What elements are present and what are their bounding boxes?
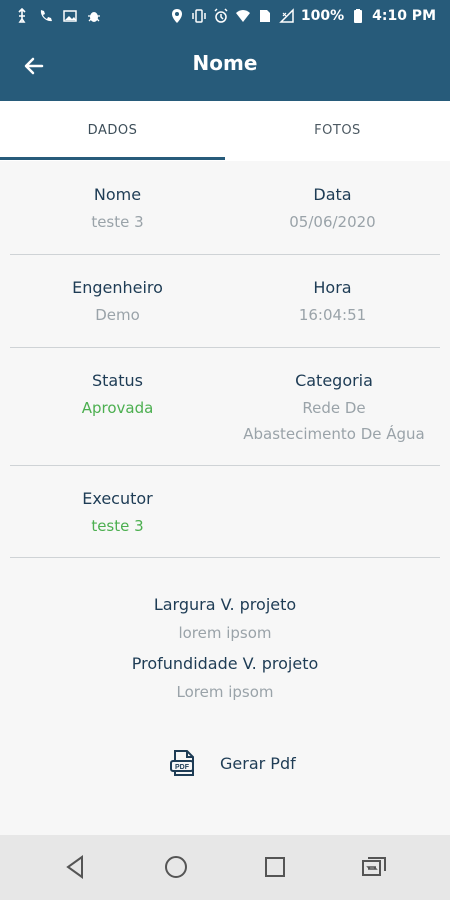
field-status: Status Aprovada (10, 371, 225, 421)
android-navigation-bar (0, 835, 450, 900)
generate-pdf-label: Gerar Pdf (220, 753, 296, 773)
sim-icon (257, 8, 273, 24)
field-value-hora: 16:04:51 (298, 306, 367, 324)
field-label-hora: Hora (313, 278, 352, 297)
image-icon (62, 8, 78, 24)
field-categoria: Categoria Rede De Abastecimento De Água (218, 371, 450, 447)
field-label-profundidade: Profundidade V. projeto (131, 654, 319, 673)
field-label-largura: Largura V. projeto (153, 595, 297, 614)
nav-switch-icon (362, 857, 386, 876)
divider (10, 557, 440, 558)
app-bar: Nome (0, 32, 450, 101)
generate-pdf-button[interactable]: PDF Gerar Pdf (168, 747, 318, 779)
phone-icon (38, 8, 54, 24)
details-content: Nome teste 3 Data 05/06/2020 Engenheiro … (0, 161, 450, 835)
field-data: Data 05/06/2020 (225, 185, 440, 235)
tab-fotos[interactable]: FOTOS (225, 101, 450, 161)
nav-home-icon (165, 856, 187, 878)
tab-indicator (0, 157, 225, 160)
battery-icon (350, 8, 366, 24)
status-bar: 100% 4:10 PM (0, 0, 450, 32)
status-left-icons (14, 8, 102, 24)
field-hora: Hora 16:04:51 (225, 278, 440, 328)
nav-back-icon (66, 855, 83, 879)
svg-text:PDF: PDF (175, 764, 190, 771)
nav-back-button[interactable] (60, 851, 92, 883)
alarm-icon (213, 8, 229, 24)
tab-dados[interactable]: DADOS (0, 101, 225, 161)
field-largura: Largura V. projeto lorem ipsom (0, 595, 450, 646)
bug-icon (86, 8, 102, 24)
field-label-engenheiro: Engenheiro (72, 278, 163, 297)
field-value-nome: teste 3 (91, 213, 144, 231)
field-value-status: Aprovada (81, 399, 154, 417)
wifi-icon (235, 8, 251, 24)
field-value-data: 05/06/2020 (289, 213, 376, 231)
pdf-file-icon: PDF (168, 747, 198, 779)
usb-icon (14, 8, 30, 24)
status-right-icons: 100% 4:10 PM (169, 8, 436, 24)
field-label-executor: Executor (82, 489, 153, 508)
field-label-nome: Nome (93, 185, 142, 204)
field-label-data: Data (313, 185, 352, 204)
field-value-categoria-line2: Abastecimento De Água (243, 425, 425, 443)
status-time: 4:10 PM (372, 8, 436, 24)
nav-home-button[interactable] (160, 851, 192, 883)
divider (10, 347, 440, 348)
field-value-profundidade: Lorem ipsom (176, 683, 274, 701)
field-value-executor: teste 3 (91, 517, 144, 535)
vibrate-icon (191, 8, 207, 24)
battery-percent: 100% (300, 8, 345, 24)
page-title: Nome (192, 51, 258, 75)
field-nome: Nome teste 3 (10, 185, 225, 235)
nav-switch-button[interactable] (358, 851, 390, 883)
field-value-categoria-line1: Rede De (302, 399, 366, 417)
divider (10, 254, 440, 255)
field-profundidade: Profundidade V. projeto Lorem ipsom (0, 654, 450, 705)
signal-icon (279, 8, 295, 24)
divider (10, 465, 440, 466)
tab-bar: DADOS FOTOS (0, 101, 450, 161)
field-value-engenheiro: Demo (95, 306, 140, 324)
field-label-status: Status (92, 371, 143, 390)
field-label-categoria: Categoria (295, 371, 373, 390)
field-value-largura: lorem ipsom (178, 624, 272, 642)
field-engenheiro: Engenheiro Demo (10, 278, 225, 328)
nav-recent-button[interactable] (259, 851, 291, 883)
top-header: 100% 4:10 PM Nome (0, 0, 450, 101)
location-icon (169, 8, 185, 24)
field-executor: Executor teste 3 (10, 489, 225, 539)
nav-recent-icon (265, 857, 285, 877)
